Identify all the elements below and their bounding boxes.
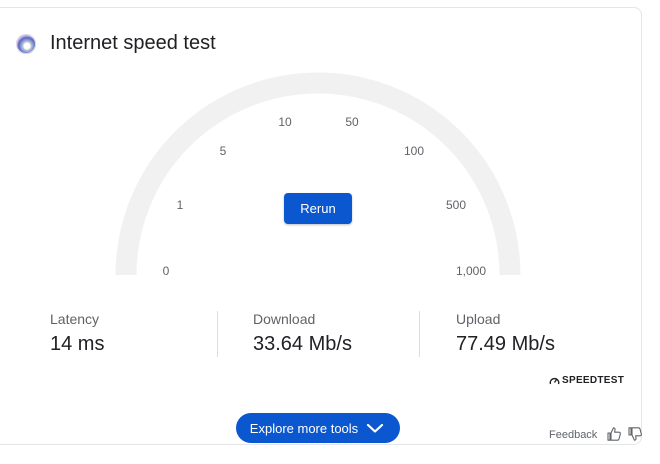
gauge-track xyxy=(115,72,521,276)
thumbs-up-icon[interactable] xyxy=(606,426,622,442)
stat-divider xyxy=(217,311,218,357)
upload-label: Upload xyxy=(456,311,501,327)
download-label: Download xyxy=(253,311,316,327)
stat-divider xyxy=(419,311,420,357)
download-stat: Download 33.64 Mb/s xyxy=(253,311,352,356)
gauge-tick-50: 50 xyxy=(345,115,359,129)
latency-stat: Latency 14 ms xyxy=(50,311,104,356)
gauge-tick-1: 1 xyxy=(176,198,184,212)
gauge-tick-0: 0 xyxy=(162,264,170,278)
gauge-tick-10: 10 xyxy=(278,115,292,129)
rerun-button[interactable]: Rerun xyxy=(284,193,352,224)
gauge-tick-500: 500 xyxy=(445,198,467,212)
latency-label: Latency xyxy=(50,311,100,327)
gauge-tick-1000: 1,000 xyxy=(455,264,487,278)
gauge-tick-5: 5 xyxy=(219,144,227,158)
speed-gauge xyxy=(115,72,521,276)
feedback-link[interactable]: Feedback xyxy=(549,429,597,441)
upload-value: 77.49 Mb/s xyxy=(456,333,555,355)
speed-test-card: Internet speed test 0 1 5 10 50 100 500 … xyxy=(0,7,642,445)
speedtest-provider-logo: SPEEDTEST xyxy=(549,375,624,386)
download-value: 33.64 Mb/s xyxy=(253,333,352,355)
thumbs-down-icon[interactable] xyxy=(627,426,643,442)
upload-stat: Upload 77.49 Mb/s xyxy=(456,311,555,356)
speedtest-gauge-icon xyxy=(549,377,560,385)
gauge-tick-100: 100 xyxy=(403,144,425,158)
explore-label: Explore more tools xyxy=(249,420,359,436)
latency-value: 14 ms xyxy=(50,333,105,355)
explore-more-tools-button[interactable]: Explore more tools xyxy=(236,413,400,443)
provider-name: SPEEDTEST xyxy=(562,375,625,386)
chevron-down-icon xyxy=(367,423,384,433)
